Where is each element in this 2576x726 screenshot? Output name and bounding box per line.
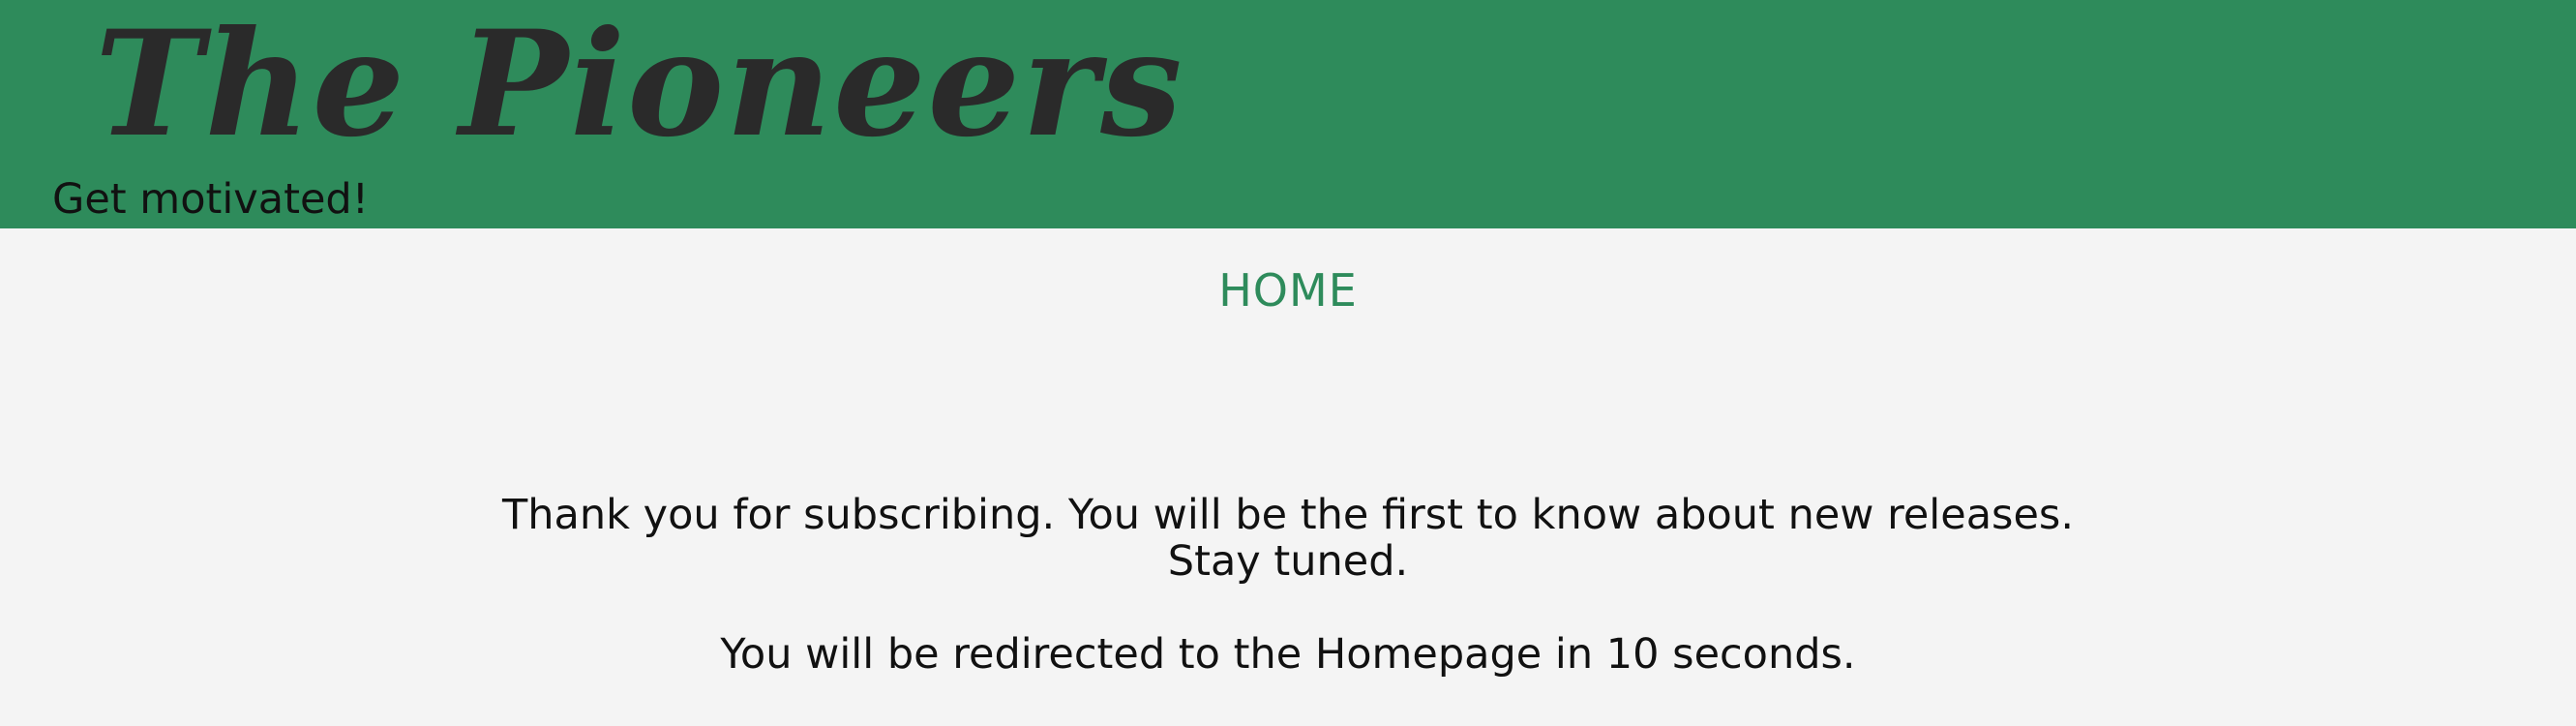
main-nav: HOME xyxy=(0,261,2576,319)
confirmation-message: Thank you for subscribing. You will be t… xyxy=(0,492,2576,678)
site-tagline: Get motivated! xyxy=(52,175,369,224)
subscription-thanks-text: Thank you for subscribing. You will be t… xyxy=(501,491,2074,539)
stay-tuned-text: Stay tuned. xyxy=(1167,537,1409,586)
nav-home-link[interactable]: HOME xyxy=(1218,261,1358,319)
redirect-notice-text: You will be redirected to the Homepage i… xyxy=(720,630,1856,679)
site-header: The Pioneers Get motivated! xyxy=(0,0,2576,228)
site-title: The Pioneers xyxy=(95,0,1184,169)
